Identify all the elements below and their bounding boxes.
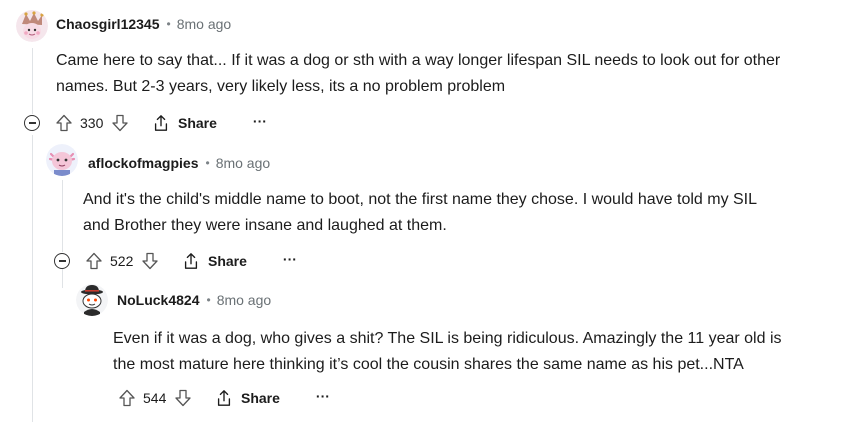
username[interactable]: aflockofmagpies xyxy=(88,155,198,171)
comment-actions: 544 Share ··· xyxy=(117,382,330,414)
thread-line xyxy=(32,135,33,422)
comment-body: Came here to say that... If it was a dog… xyxy=(56,48,816,100)
downvote-arrow-icon xyxy=(112,114,128,132)
share-label: Share xyxy=(241,390,280,406)
downvote-arrow-icon xyxy=(175,389,191,407)
share-button[interactable]: Share xyxy=(152,114,217,132)
thread-line xyxy=(32,48,33,114)
upvote-arrow-icon xyxy=(86,252,102,270)
username[interactable]: NoLuck4824 xyxy=(117,292,199,308)
vote-score: 330 xyxy=(80,115,104,131)
comment-body-line: Even if it was a dog, who gives a shit? … xyxy=(113,330,782,347)
comment-body-line: the most mature here thinking it’s cool … xyxy=(113,356,744,373)
share-icon xyxy=(217,390,231,406)
comment-body-line: Came here to say that... If it was a dog… xyxy=(56,52,781,69)
comment-body-line: and Brother they were insane and laughed… xyxy=(83,217,447,234)
share-button[interactable]: Share xyxy=(215,389,280,407)
collapse-thread-button[interactable] xyxy=(24,115,40,131)
separator-dot: • xyxy=(166,17,171,31)
separator-dot: • xyxy=(206,293,211,307)
upvote-button[interactable] xyxy=(54,113,74,133)
more-options-button[interactable]: ··· xyxy=(283,252,297,269)
comment-body: And it's the child's middle name to boot… xyxy=(83,187,843,239)
share-label: Share xyxy=(178,115,217,131)
downvote-button[interactable] xyxy=(110,113,130,133)
more-options-button[interactable]: ··· xyxy=(316,389,330,406)
comment-body-line: names. But 2-3 years, very likely less, … xyxy=(56,78,506,95)
downvote-button[interactable] xyxy=(140,251,160,271)
upvote-arrow-icon xyxy=(119,389,135,407)
username[interactable]: Chaosgirl12345 xyxy=(56,16,160,32)
downvote-button[interactable] xyxy=(173,388,193,408)
share-icon xyxy=(154,115,168,131)
share-label: Share xyxy=(208,253,247,269)
vote-score: 522 xyxy=(110,253,134,269)
timestamp[interactable]: 8mo ago xyxy=(216,155,270,171)
timestamp[interactable]: 8mo ago xyxy=(217,292,271,308)
upvote-arrow-icon xyxy=(56,114,72,132)
separator-dot: • xyxy=(205,156,210,170)
comment-body: Even if it was a dog, who gives a shit? … xyxy=(113,326,864,378)
comment-actions: 522 Share ··· xyxy=(54,245,297,277)
share-button[interactable]: Share xyxy=(182,252,247,270)
timestamp[interactable]: 8mo ago xyxy=(177,16,231,32)
vote-score: 544 xyxy=(143,390,167,406)
share-icon xyxy=(184,253,198,269)
collapse-thread-button[interactable] xyxy=(54,253,70,269)
thread-line xyxy=(62,180,63,252)
more-options-button[interactable]: ··· xyxy=(253,114,267,131)
upvote-button[interactable] xyxy=(117,388,137,408)
upvote-button[interactable] xyxy=(84,251,104,271)
comment-body-line: And it's the child's middle name to boot… xyxy=(83,191,758,208)
downvote-arrow-icon xyxy=(142,252,158,270)
comment-actions: 330 Share ··· xyxy=(24,107,267,139)
jester-avatar-icon[interactable] xyxy=(16,10,48,42)
axolotl-avatar-icon[interactable] xyxy=(46,144,78,176)
snoo-detective-avatar-icon[interactable] xyxy=(76,284,108,316)
